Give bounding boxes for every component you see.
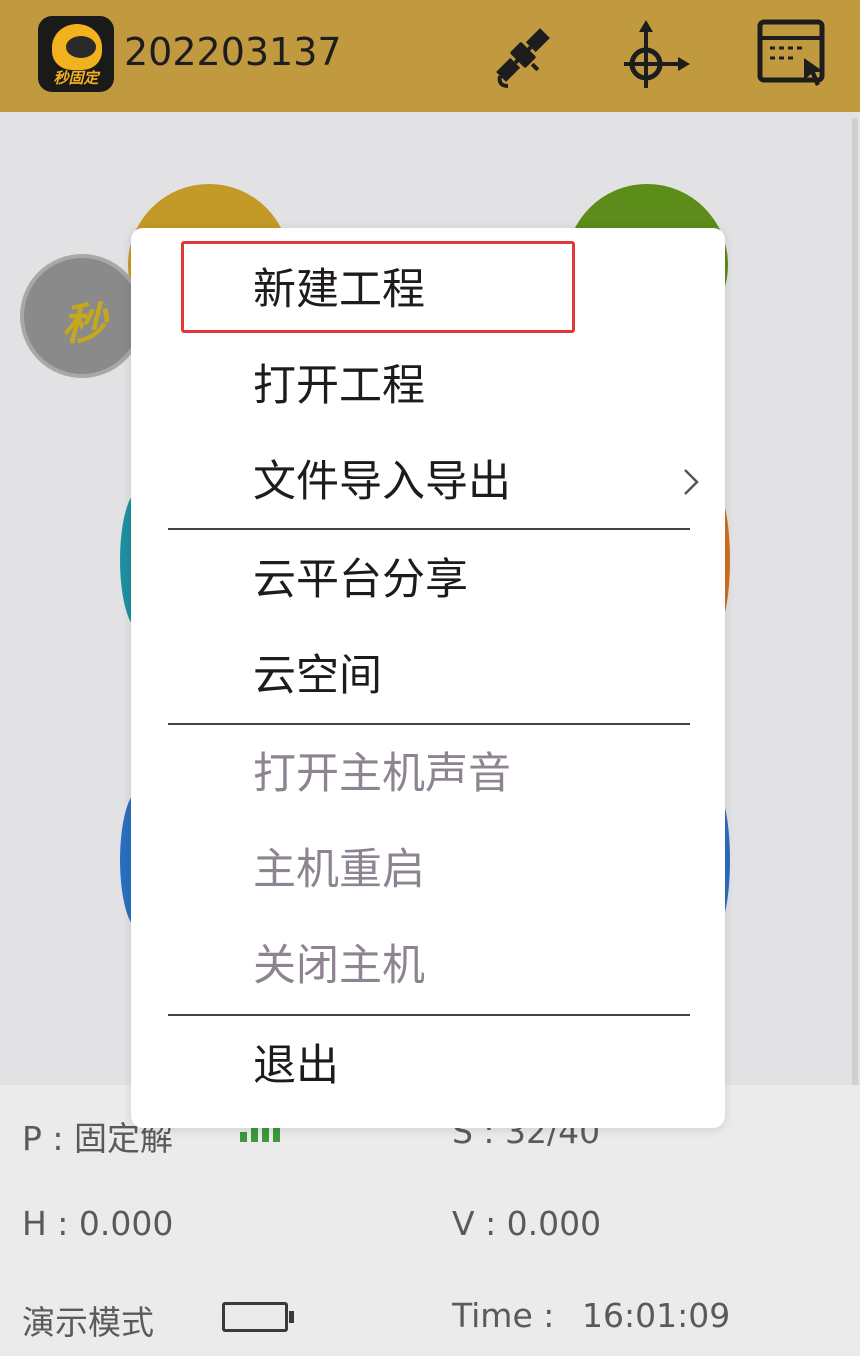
menu-item-cloud-share[interactable]: 云平台分享 (253, 552, 468, 608)
app-logo-text: 秒固定 (53, 69, 99, 87)
menu-item-exit[interactable]: 退出 (253, 1038, 339, 1094)
chevron-right-icon (684, 469, 699, 495)
menu-divider (168, 528, 690, 530)
satellite-icon[interactable] (488, 20, 558, 90)
time-value: 16:01:09 (582, 1296, 731, 1335)
helmet-visor (66, 36, 96, 58)
menu-item-enable-host-sound: 打开主机声音 (253, 749, 511, 799)
menu-item-shutdown-host: 关闭主机 (253, 941, 425, 991)
highlight-annotation-box (181, 241, 575, 333)
menu-item-open-project[interactable]: 打开工程 (253, 358, 425, 414)
battery-icon (222, 1302, 294, 1332)
crosshair-target-icon[interactable] (622, 18, 692, 92)
menu-item-restart-host: 主机重启 (253, 845, 425, 895)
menu-item-cloud-space[interactable]: 云空间 (253, 648, 382, 704)
app-logo[interactable]: 秒固定 (38, 16, 114, 92)
menu-divider (168, 723, 690, 725)
popup-menu: 新建工程 打开工程 文件导入导出 云平台分享 云空间 打开主机声音 主机重启 关… (131, 228, 725, 1128)
device-id[interactable]: 202203137 (124, 30, 342, 74)
float-action-button: 秒 (20, 254, 144, 378)
menu-divider (168, 1014, 690, 1016)
time-label: Time : (452, 1296, 555, 1335)
window-touch-icon[interactable] (756, 18, 830, 90)
menu-item-file-import-export[interactable]: 文件导入导出 (253, 454, 511, 510)
mode-label: 演示模式 (22, 1303, 154, 1342)
vertical-accuracy: V : 0.000 (452, 1204, 602, 1243)
horizontal-accuracy: H : 0.000 (22, 1204, 174, 1243)
float-button-text: 秒 (62, 299, 106, 350)
app-header: 秒固定 202203137 (0, 0, 860, 112)
